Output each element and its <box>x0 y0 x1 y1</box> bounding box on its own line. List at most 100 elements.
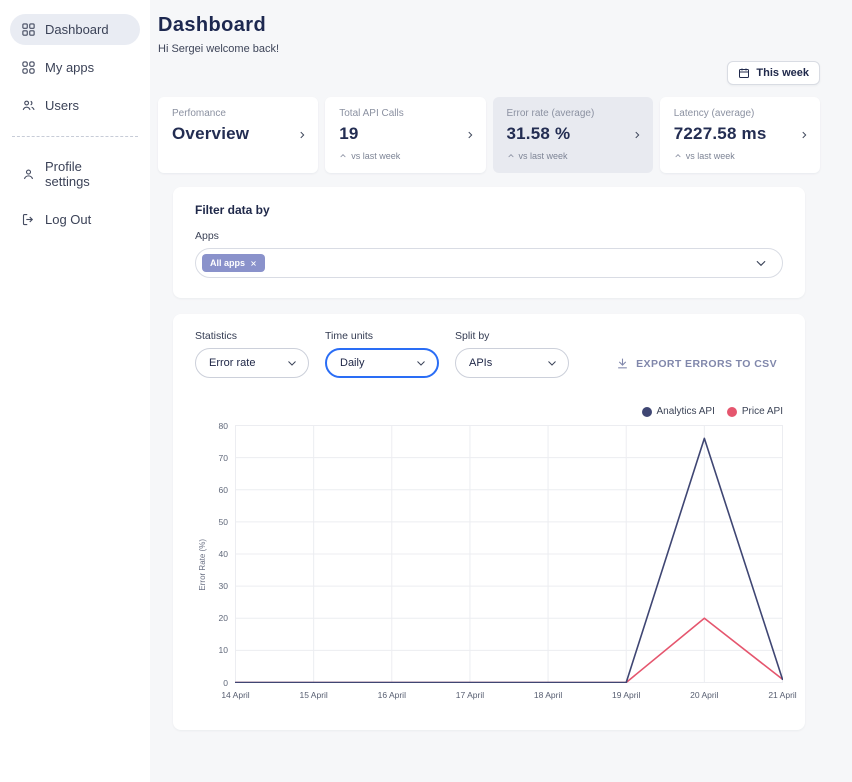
sidebar-item-dashboard[interactable]: Dashboard <box>10 14 140 45</box>
dashboard-grid-icon <box>21 22 36 37</box>
caret-up-icon <box>674 152 682 160</box>
stat-card-error-rate[interactable]: Error rate (average) 31.58 % vs last wee… <box>493 97 653 173</box>
sidebar-item-label: My apps <box>45 60 94 75</box>
time-units-select[interactable]: Daily <box>325 348 439 378</box>
legend-label: Price API <box>742 406 783 417</box>
y-tick-label: 50 <box>219 517 228 527</box>
apps-select[interactable]: All apps <box>195 248 783 278</box>
export-csv-label: EXPORT ERRORS TO CSV <box>636 358 777 370</box>
time-units-label: Time units <box>325 330 439 342</box>
stat-card-label: Perfomance <box>172 108 292 119</box>
filter-panel: Filter data by Apps All apps <box>173 187 805 298</box>
profile-icon <box>21 167 36 182</box>
stat-card-trend-label: vs last week <box>686 151 735 161</box>
x-axis-labels: 14 April15 April16 April17 April18 April… <box>235 690 783 704</box>
stat-card-trend: vs last week <box>339 151 459 161</box>
download-icon <box>616 357 629 370</box>
y-tick-label: 20 <box>219 613 228 623</box>
logout-icon <box>21 212 36 227</box>
sidebar-item-label: Users <box>45 98 79 113</box>
y-tick-label: 30 <box>219 581 228 591</box>
sidebar-item-users[interactable]: Users <box>10 90 140 121</box>
statistics-select[interactable]: Error rate <box>195 348 309 378</box>
y-tick-label: 60 <box>219 485 228 495</box>
chart-area: Error Rate (%) 01020304050607080 14 Apri… <box>195 425 783 704</box>
stat-card-label: Total API Calls <box>339 108 459 119</box>
y-tick-label: 70 <box>219 453 228 463</box>
statistics-value: Error rate <box>209 357 255 369</box>
caret-up-icon <box>507 152 515 160</box>
split-by-select[interactable]: APIs <box>455 348 569 378</box>
welcome-message: Hi Sergei welcome back! <box>158 43 820 55</box>
chevron-down-icon <box>754 256 768 270</box>
apps-grid-icon <box>21 60 36 75</box>
y-tick-label: 40 <box>219 549 228 559</box>
y-axis-title: Error Rate (%) <box>195 425 209 704</box>
line-chart-plot <box>235 425 783 683</box>
chevron-down-icon <box>415 357 427 369</box>
x-tick-label: 20 April <box>690 690 718 700</box>
split-by-control: Split by APIs <box>455 330 569 378</box>
chevron-right-icon <box>632 130 642 140</box>
users-icon <box>21 98 36 113</box>
chip-label: All apps <box>210 258 245 268</box>
legend-label: Analytics API <box>657 406 715 417</box>
page-title: Dashboard <box>158 14 820 37</box>
x-tick-label: 16 April <box>378 690 406 700</box>
all-apps-chip[interactable]: All apps <box>202 254 265 272</box>
legend-dot <box>727 407 737 417</box>
stat-card-value: 19 <box>339 124 459 144</box>
sidebar-item-my-apps[interactable]: My apps <box>10 52 140 83</box>
statistics-control: Statistics Error rate <box>195 330 309 378</box>
stat-card-trend: vs last week <box>674 151 794 161</box>
legend-dot <box>642 407 652 417</box>
stat-card-value: 7227.58 ms <box>674 124 794 144</box>
legend-item[interactable]: Analytics API <box>642 406 715 417</box>
chevron-down-icon <box>546 357 558 369</box>
legend-item[interactable]: Price API <box>727 406 783 417</box>
chevron-down-icon <box>286 357 298 369</box>
this-week-label: This week <box>756 67 809 79</box>
stat-card-trend-label: vs last week <box>519 151 568 161</box>
chart-svg <box>235 425 783 683</box>
plot-wrap: 14 April15 April16 April17 April18 April… <box>235 425 783 704</box>
x-tick-label: 14 April <box>221 690 249 700</box>
stat-card-latency[interactable]: Latency (average) 7227.58 ms vs last wee… <box>660 97 820 173</box>
sidebar-item-label: Profile settings <box>45 159 129 189</box>
x-tick-label: 15 April <box>299 690 327 700</box>
apps-field-label: Apps <box>195 230 783 242</box>
time-units-control: Time units Daily <box>325 330 439 378</box>
y-tick-label: 0 <box>223 678 228 688</box>
chevron-right-icon <box>799 130 809 140</box>
x-tick-label: 21 April <box>768 690 796 700</box>
x-tick-label: 18 April <box>534 690 562 700</box>
stat-card-trend: vs last week <box>507 151 627 161</box>
chart-panel: Statistics Error rate Time units Daily S… <box>173 314 805 730</box>
caret-up-icon <box>339 152 347 160</box>
series-line <box>236 438 783 682</box>
calendar-icon <box>738 67 750 79</box>
filter-panel-title: Filter data by <box>195 203 783 217</box>
stat-cards-row: Perfomance Overview Total API Calls 19 v… <box>158 97 820 173</box>
y-axis-ticks: 01020304050607080 <box>209 425 235 683</box>
x-tick-label: 17 April <box>456 690 484 700</box>
chevron-right-icon <box>297 130 307 140</box>
close-icon[interactable] <box>250 260 257 267</box>
statistics-label: Statistics <box>195 330 309 342</box>
sidebar-item-log-out[interactable]: Log Out <box>10 204 140 235</box>
x-tick-label: 19 April <box>612 690 640 700</box>
split-by-label: Split by <box>455 330 569 342</box>
stat-card-total-api-calls[interactable]: Total API Calls 19 vs last week <box>325 97 485 173</box>
y-tick-label: 80 <box>219 421 228 431</box>
stat-card-value: Overview <box>172 124 292 144</box>
y-tick-label: 10 <box>219 645 228 655</box>
sidebar-item-profile-settings[interactable]: Profile settings <box>10 151 140 197</box>
stat-card-value: 31.58 % <box>507 124 627 144</box>
export-csv-button[interactable]: EXPORT ERRORS TO CSV <box>610 356 783 371</box>
this-week-button[interactable]: This week <box>727 61 820 85</box>
main-content: Dashboard Hi Sergei welcome back! This w… <box>150 0 852 782</box>
stat-card-trend-label: vs last week <box>351 151 400 161</box>
chart-controls: Statistics Error rate Time units Daily S… <box>195 330 783 378</box>
sidebar: Dashboard My apps Users Profile settings… <box>0 0 150 782</box>
stat-card-performance[interactable]: Perfomance Overview <box>158 97 318 173</box>
